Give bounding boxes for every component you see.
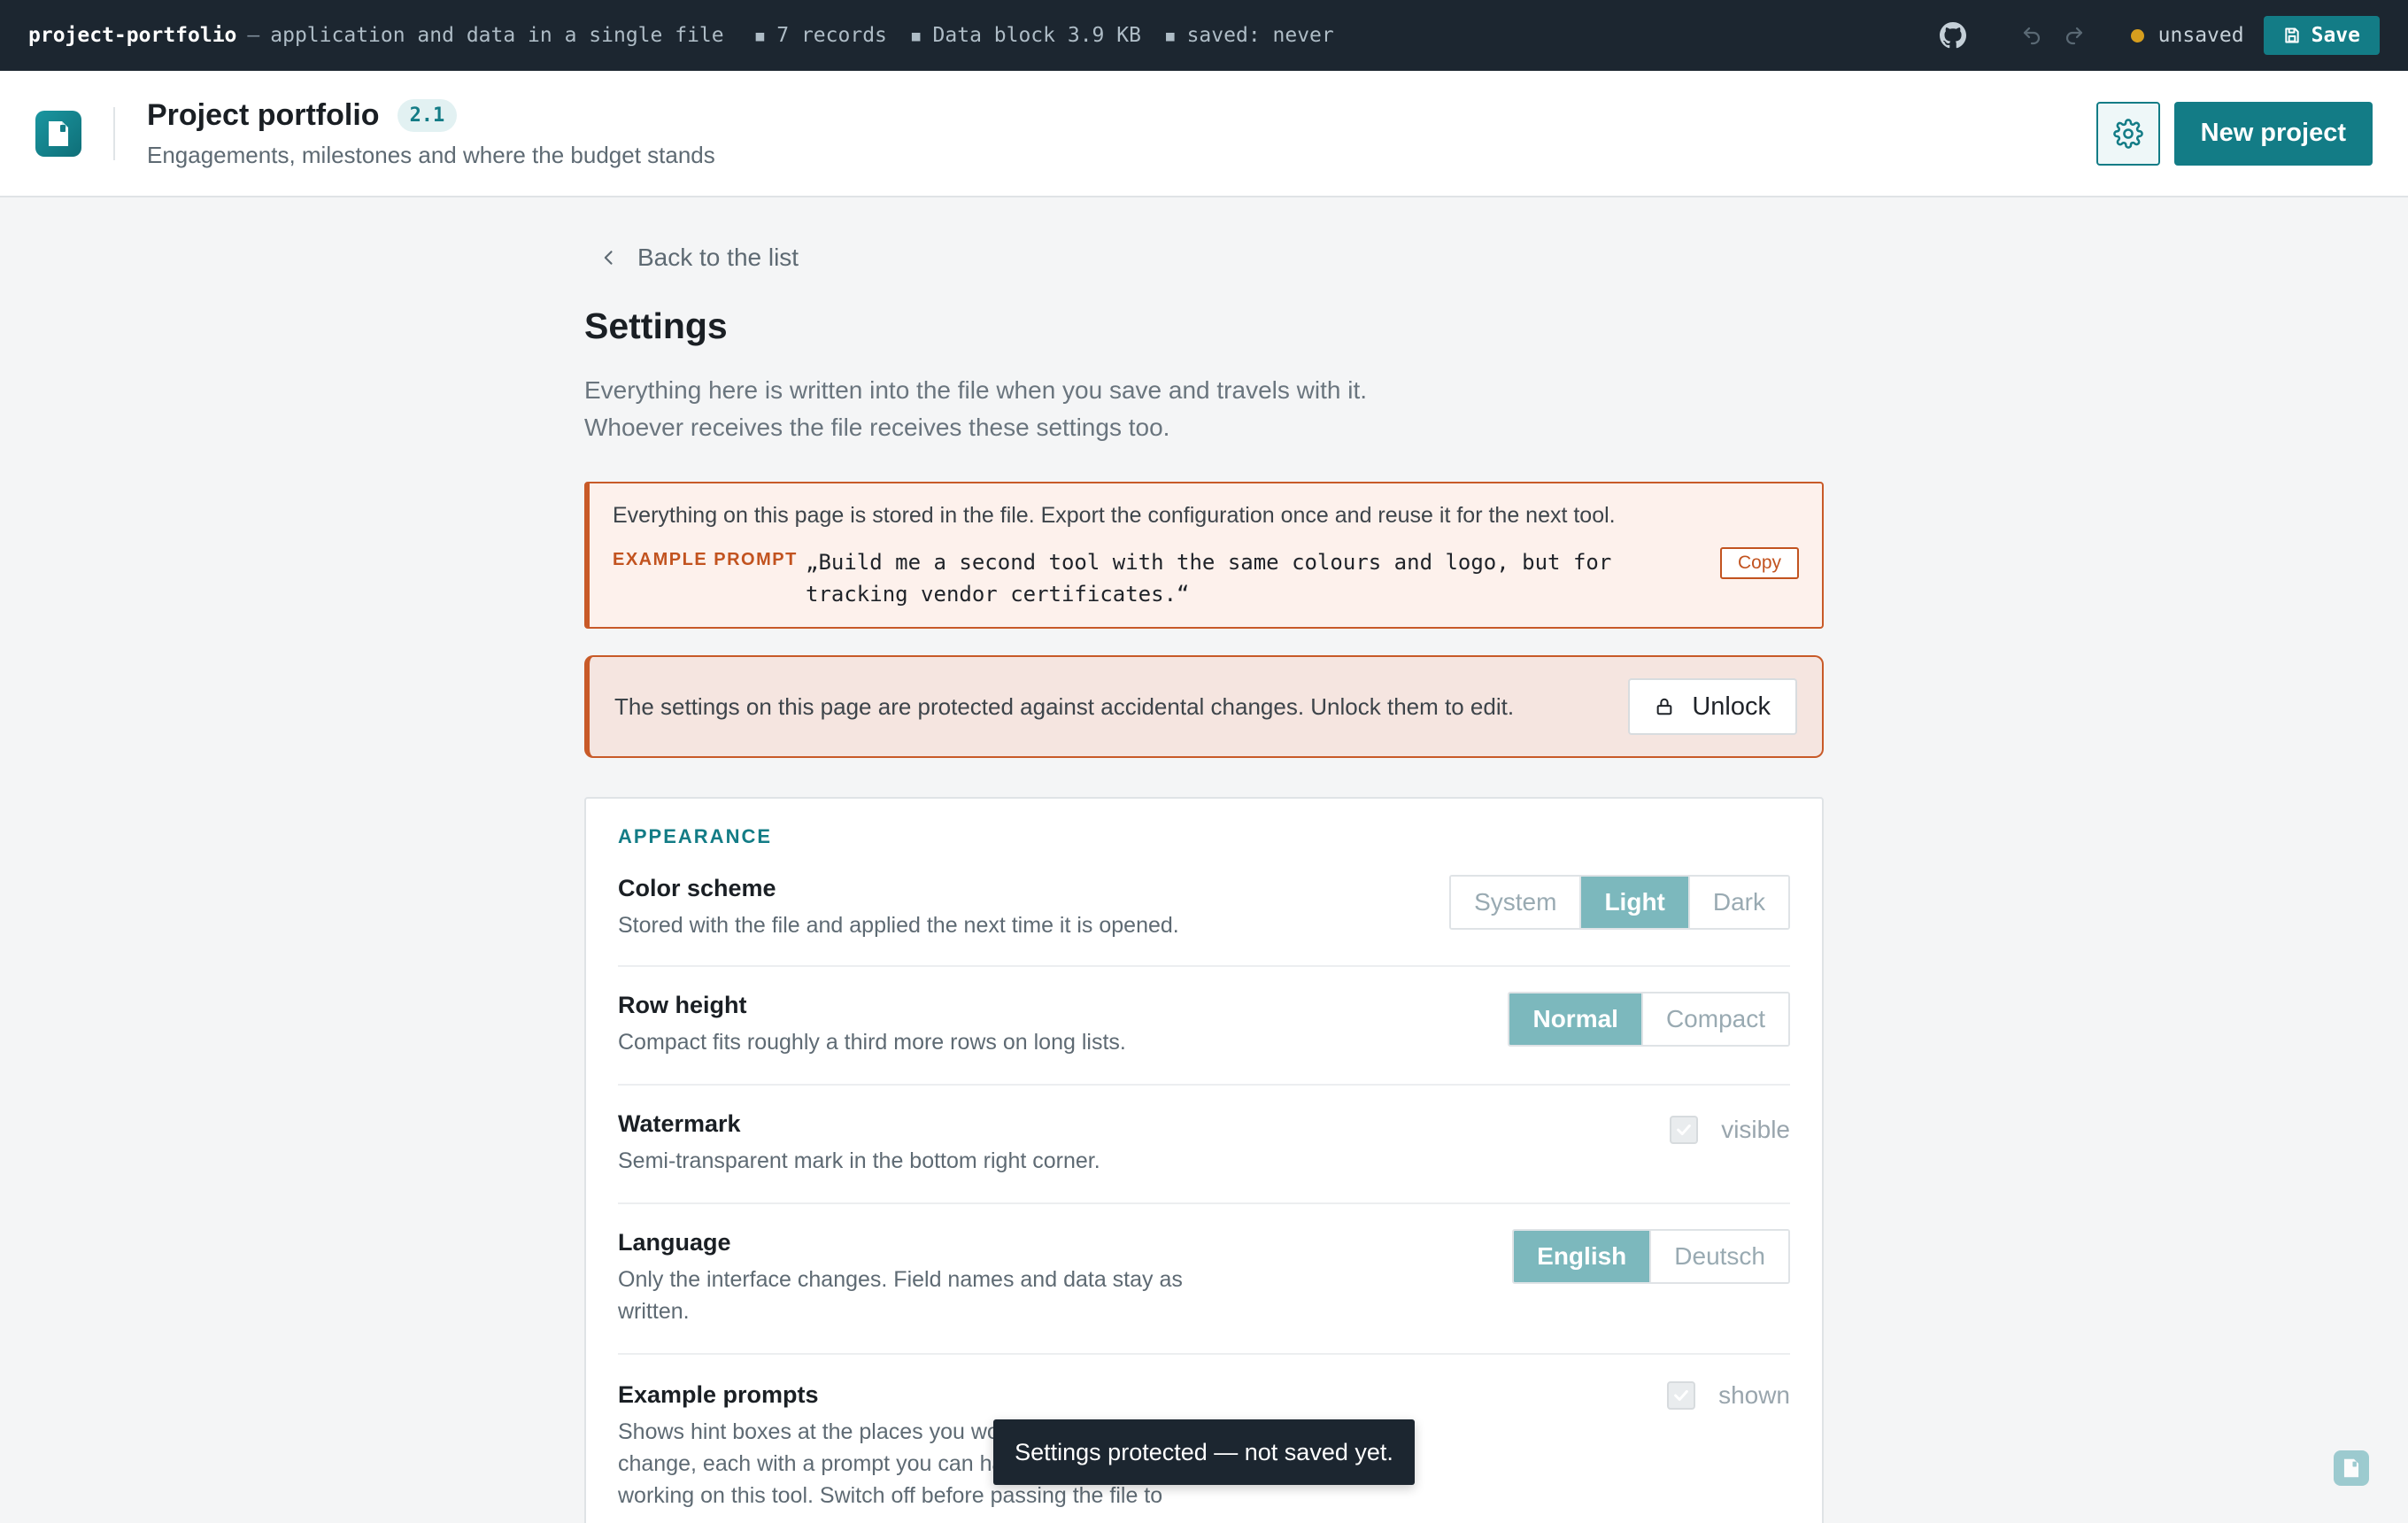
chevron-left-icon — [604, 251, 613, 265]
unsaved-status-dot — [2130, 28, 2144, 43]
settings-page: Back to the list Settings Everything her… — [584, 197, 1824, 1523]
bullet-icon: ■ — [1165, 27, 1175, 44]
example-prompt-hint: Everything on this page is stored in the… — [584, 482, 1824, 629]
setting-text: Language Only the interface changes. Fie… — [618, 1229, 1512, 1327]
unsaved-status-label: unsaved — [2157, 24, 2244, 47]
page-description-line: Whoever receives the file receives these… — [584, 414, 1170, 441]
header-actions: New project — [2095, 101, 2373, 166]
hint-prompt-text: „Build me a second tool with the same co… — [806, 550, 1612, 607]
watermark-checkbox[interactable] — [1670, 1116, 1699, 1144]
hint-text: Everything on this page is stored in the… — [613, 503, 1616, 528]
language-option-english[interactable]: English — [1514, 1231, 1650, 1282]
check-icon — [1677, 1124, 1692, 1136]
meta-data-block: ■ Data block 3.9 KB — [887, 24, 1141, 47]
page-description-line: Everything here is written into the file… — [584, 376, 1367, 404]
github-icon[interactable] — [1939, 22, 1966, 49]
top-bar: project-portfolio — application and data… — [0, 0, 2408, 71]
document-icon — [49, 120, 68, 146]
bullet-icon: ■ — [755, 27, 765, 44]
setting-label: Row height — [618, 992, 747, 1018]
bullet-icon: ■ — [911, 27, 921, 44]
saved-status: saved: never — [1186, 24, 1334, 47]
example-prompts-checkbox[interactable] — [1667, 1381, 1696, 1410]
setting-description: Compact fits roughly a third more rows o… — [618, 1030, 1126, 1055]
color-scheme-option-system[interactable]: System — [1451, 877, 1580, 928]
data-block-size: Data block 3.9 KB — [932, 24, 1141, 47]
setting-color-scheme: Color scheme Stored with the file and ap… — [618, 848, 1790, 967]
lock-notice-text: The settings on this page are protected … — [614, 692, 1515, 720]
setting-label: Language — [618, 1229, 731, 1256]
app-subtitle: Engagements, milestones and where the bu… — [147, 141, 715, 168]
color-scheme-selector: System Light Dark — [1449, 875, 1790, 930]
setting-text: Row height Compact fits roughly a third … — [618, 992, 1508, 1058]
watermark-check-label: visible — [1721, 1116, 1790, 1143]
redo-icon[interactable] — [2064, 25, 2085, 46]
toast-notification: Settings protected — not saved yet. — [993, 1419, 1415, 1485]
gear-icon — [2112, 118, 2143, 149]
color-scheme-option-light[interactable]: Light — [1579, 877, 1688, 928]
appearance-panel: APPEARANCE Color scheme Stored with the … — [584, 797, 1824, 1523]
app-header: Project portfolio 2.1 Engagements, miles… — [0, 71, 2408, 197]
header-divider — [113, 106, 115, 160]
hint-prompt-row: EXAMPLE PROMPT „Build me a second tool w… — [613, 546, 1799, 610]
setting-label: Color scheme — [618, 875, 776, 901]
setting-description: Semi-transparent mark in the bottom righ… — [618, 1148, 1100, 1173]
page-title: Settings — [584, 305, 728, 346]
setting-row-height: Row height Compact fits roughly a third … — [618, 967, 1790, 1086]
settings-button[interactable] — [2095, 101, 2160, 166]
setting-label: Example prompts — [618, 1381, 819, 1408]
setting-description-line: written. — [618, 1299, 690, 1324]
language-selector: English Deutsch — [1512, 1229, 1790, 1284]
new-project-button[interactable]: New project — [2173, 101, 2373, 166]
settings-lock-notice: The settings on this page are protected … — [584, 655, 1824, 758]
unlock-button-label: Unlock — [1692, 692, 1771, 721]
setting-description: Stored with the file and applied the nex… — [618, 913, 1179, 938]
meta-saved: ■ saved: never — [1141, 24, 1334, 47]
language-option-deutsch[interactable]: Deutsch — [1649, 1231, 1788, 1282]
hint-prompt-label: EXAMPLE PROMPT — [613, 550, 798, 569]
copy-prompt-button[interactable]: Copy — [1719, 547, 1799, 579]
setting-description: Only the interface changes. Field names … — [618, 1264, 1512, 1327]
unlock-button[interactable]: Unlock — [1628, 678, 1797, 735]
meta-records: ■ 7 records — [724, 24, 887, 47]
example-prompts-toggle[interactable]: shown — [1667, 1381, 1790, 1410]
save-button[interactable]: Save — [2263, 16, 2380, 55]
file-name: project-portfolio — [28, 24, 237, 47]
setting-label: Watermark — [618, 1110, 741, 1137]
color-scheme-option-dark[interactable]: Dark — [1687, 877, 1788, 928]
check-icon — [1674, 1389, 1688, 1402]
row-height-option-normal[interactable]: Normal — [1509, 993, 1641, 1045]
records-count: 7 records — [776, 24, 887, 47]
setting-watermark: Watermark Semi-transparent mark in the b… — [618, 1086, 1790, 1204]
title-separator: — — [247, 24, 260, 47]
watermark-logo — [2334, 1450, 2369, 1486]
back-link[interactable]: Back to the list — [584, 244, 1824, 272]
setting-language: Language Only the interface changes. Fie… — [618, 1204, 1790, 1355]
setting-description-line: Only the interface changes. Field names … — [618, 1267, 1183, 1292]
app-logo — [35, 110, 81, 157]
header-title-row: Project portfolio 2.1 — [147, 98, 715, 133]
setting-text: Watermark Semi-transparent mark in the b… — [618, 1110, 1670, 1177]
save-icon — [2284, 27, 2299, 43]
row-height-selector: Normal Compact — [1508, 992, 1790, 1047]
top-bar-actions: unsaved Save — [1939, 16, 2380, 55]
version-badge: 2.1 — [397, 98, 458, 132]
watermark-toggle[interactable]: visible — [1670, 1116, 1790, 1144]
example-prompts-check-label: shown — [1718, 1381, 1790, 1409]
save-button-label: Save — [2311, 24, 2360, 47]
section-heading: APPEARANCE — [618, 825, 773, 847]
lock-icon — [1657, 698, 1672, 715]
document-icon — [2343, 1458, 2359, 1478]
setting-text: Color scheme Stored with the file and ap… — [618, 875, 1449, 941]
undo-icon[interactable] — [2021, 25, 2042, 46]
app-title: Project portfolio — [147, 97, 380, 132]
header-text: Project portfolio 2.1 Engagements, miles… — [147, 98, 715, 169]
page-description: Everything here is written into the file… — [584, 372, 1824, 446]
back-link-label: Back to the list — [637, 244, 799, 271]
row-height-option-compact[interactable]: Compact — [1640, 993, 1788, 1045]
file-tagline: application and data in a single file — [270, 24, 724, 47]
